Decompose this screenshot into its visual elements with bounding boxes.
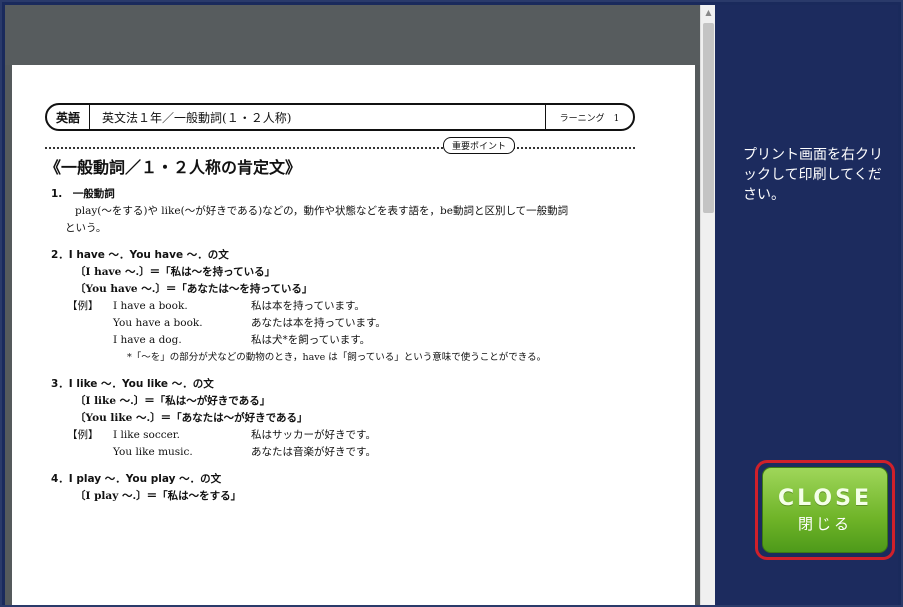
pattern-line: 〔I have ～.〕＝「私は～を持っている」 — [75, 266, 276, 278]
section-title: 1. 一般動詞 — [51, 188, 115, 200]
pattern-line: 〔You have ～.〕＝「あなたは～を持っている」 — [75, 283, 313, 295]
example-label: 【例】 — [67, 429, 99, 441]
example-row: You like music. あなたは音楽が好きです。 — [45, 444, 645, 461]
example-row: 【例】 I have a book. 私は本を持っています。 — [45, 298, 645, 315]
section-title: 3．I like ～．You like ～．の文 — [51, 378, 214, 390]
example-ja: 私はサッカーが好きです。 — [251, 429, 376, 441]
scrollbar-thumb[interactable] — [703, 23, 714, 213]
example-en: You have a book. — [113, 317, 203, 329]
side-panel: プリント画面を右クリックして印刷してください。 CLOSE 閉じる — [715, 5, 898, 605]
example-en: You like music. — [113, 446, 193, 458]
main-heading: 《一般動詞／１・２人称の肯定文》 — [45, 158, 302, 177]
example-row: You have a book. あなたは本を持っています。 — [45, 315, 645, 332]
pattern-line: 〔I play ～.〕＝「私は～をする」 — [75, 490, 242, 502]
footnote: *「～を」の部分が犬などの動物のとき，have は「飼っている」という意味で使う… — [127, 352, 547, 363]
section-title: 4．I play ～．You play ～．の文 — [51, 473, 222, 485]
document-header: 英語 英文法１年／一般動詞(１・２人称) ラーニング 1 — [45, 103, 635, 131]
close-label-ja: 閉じる — [797, 515, 852, 533]
vertical-scrollbar[interactable]: ▲ — [700, 5, 715, 605]
example-en: I have a dog. — [113, 334, 182, 346]
example-en: I have a book. — [113, 300, 188, 312]
example-ja: あなたは本を持っています。 — [251, 317, 386, 329]
close-button[interactable]: CLOSE 閉じる — [762, 467, 888, 553]
section-title: 2．I have ～．You have ～．の文 — [51, 249, 229, 261]
example-ja: 私は犬*を飼っています。 — [251, 334, 371, 346]
section-3: 3．I like ～．You like ～．の文 〔I like ～.〕＝「私は… — [45, 376, 645, 461]
section-1: 1. 一般動詞 play(～をする)や like(～が好きである)などの，動作や… — [45, 186, 645, 237]
example-label: 【例】 — [67, 300, 99, 312]
section-2: 2．I have ～．You have ～．の文 〔I have ～.〕＝「私は… — [45, 247, 645, 366]
example-en: I like soccer. — [113, 429, 181, 441]
scroll-up-icon[interactable]: ▲ — [701, 5, 715, 20]
close-label-en: CLOSE — [778, 486, 872, 511]
pattern-line: 〔I like ～.〕＝「私は～が好きである」 — [75, 395, 271, 407]
document-content: 英語 英文法１年／一般動詞(１・２人称) ラーニング 1 重要ポイント 《一般動… — [45, 103, 645, 505]
print-preview-viewer: 英語 英文法１年／一般動詞(１・２人称) ラーニング 1 重要ポイント 《一般動… — [5, 5, 715, 605]
example-row: 【例】 I like soccer. 私はサッカーが好きです。 — [45, 427, 645, 444]
section-4: 4．I play ～．You play ～．の文 〔I play ～.〕＝「私は… — [45, 471, 645, 505]
key-point-tag: 重要ポイント — [443, 137, 516, 154]
subject-label: 英語 — [47, 105, 91, 129]
example-ja: 私は本を持っています。 — [251, 300, 365, 312]
section-text: play(～をする)や like(～が好きである)などの，動作や状態などを表す語… — [75, 205, 569, 217]
series-label: ラーニング 1 — [545, 105, 633, 129]
print-instruction: プリント画面を右クリックして印刷してください。 — [743, 147, 883, 203]
section-text: という。 — [65, 222, 107, 234]
example-row: I have a dog. 私は犬*を飼っています。 — [45, 332, 645, 349]
example-ja: あなたは音楽が好きです。 — [251, 446, 376, 458]
document-title: 英文法１年／一般動詞(１・２人称) — [102, 110, 292, 125]
pattern-line: 〔You like ～.〕＝「あなたは～が好きである」 — [75, 412, 308, 424]
viewer-toolbar-area — [5, 5, 700, 65]
divider-line: 重要ポイント — [45, 137, 635, 154]
close-button-highlight: CLOSE 閉じる — [755, 460, 895, 560]
